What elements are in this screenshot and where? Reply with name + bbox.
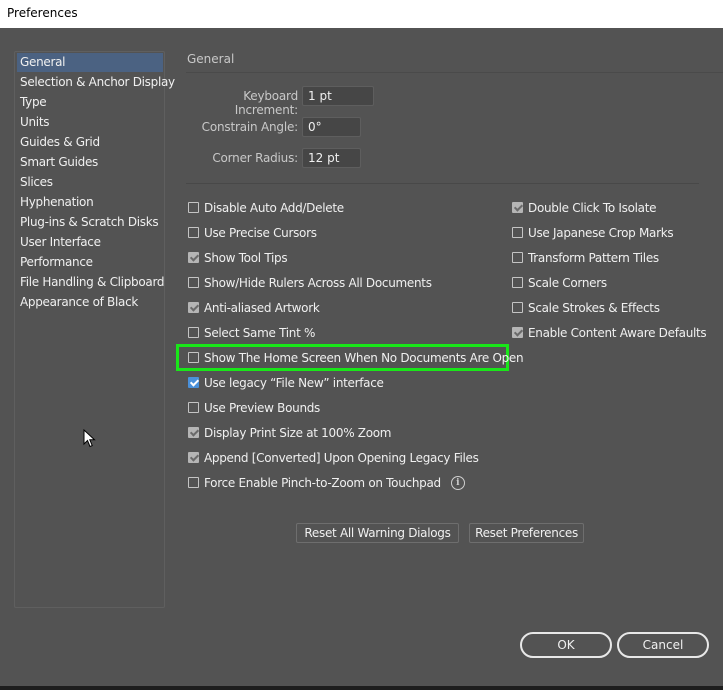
checkbox-checked[interactable] xyxy=(512,327,523,338)
constrain-angle-input[interactable]: 0° xyxy=(302,117,361,137)
option-label: Show Tool Tips xyxy=(204,251,288,265)
option-double-click-to-isolate[interactable]: Double Click To Isolate xyxy=(512,199,657,217)
option-use-precise-cursors[interactable]: Use Precise Cursors xyxy=(188,224,317,242)
sidebar: General Selection & Anchor Display Type … xyxy=(14,51,175,608)
option-display-print-size[interactable]: Display Print Size at 100% Zoom xyxy=(188,424,392,442)
option-use-preview-bounds[interactable]: Use Preview Bounds xyxy=(188,399,320,417)
option-force-pinch-to-zoom[interactable]: Force Enable Pinch-to-Zoom on Touchpad i xyxy=(188,474,465,492)
option-append-converted[interactable]: Append [Converted] Upon Opening Legacy F… xyxy=(188,449,479,467)
option-label: Scale Corners xyxy=(528,276,607,290)
checkbox[interactable] xyxy=(188,227,199,238)
corner-radius-input[interactable]: 12 pt xyxy=(302,148,361,168)
bottom-edge xyxy=(0,686,723,690)
section-divider xyxy=(186,72,723,73)
option-label: Display Print Size at 100% Zoom xyxy=(204,426,392,440)
option-label: Show/Hide Rulers Across All Documents xyxy=(204,276,432,290)
checkbox-checked[interactable] xyxy=(188,452,199,463)
checkbox[interactable] xyxy=(188,327,199,338)
checkbox-checked[interactable] xyxy=(188,302,199,313)
option-use-japanese-crop-marks[interactable]: Use Japanese Crop Marks xyxy=(512,224,674,242)
option-label: Enable Content Aware Defaults xyxy=(528,326,707,340)
cancel-button[interactable]: Cancel xyxy=(617,632,709,658)
sidebar-item-user-interface[interactable]: User Interface xyxy=(17,233,163,252)
sidebar-item-file-handling-clipboard[interactable]: File Handling & Clipboard xyxy=(17,273,165,292)
option-disable-auto-add-delete[interactable]: Disable Auto Add/Delete xyxy=(188,199,344,217)
checkbox-checked[interactable] xyxy=(188,377,199,388)
option-label: Double Click To Isolate xyxy=(528,201,657,215)
ok-button[interactable]: OK xyxy=(520,632,612,658)
option-transform-pattern-tiles[interactable]: Transform Pattern Tiles xyxy=(512,249,659,267)
option-show-hide-rulers[interactable]: Show/Hide Rulers Across All Documents xyxy=(188,274,432,292)
option-enable-content-aware-defaults[interactable]: Enable Content Aware Defaults xyxy=(512,324,707,342)
sidebar-item-appearance-of-black[interactable]: Appearance of Black xyxy=(17,293,163,312)
reset-warning-dialogs-button[interactable]: Reset All Warning Dialogs xyxy=(296,523,459,543)
section-title: General xyxy=(187,52,235,66)
checkbox[interactable] xyxy=(512,252,523,263)
window-title: Preferences xyxy=(7,6,78,20)
sidebar-item-plugins-scratch-disks[interactable]: Plug-ins & Scratch Disks xyxy=(17,213,163,232)
option-label: Use legacy “File New” interface xyxy=(204,376,384,390)
checkbox[interactable] xyxy=(512,277,523,288)
option-show-tool-tips[interactable]: Show Tool Tips xyxy=(188,249,288,267)
option-show-home-screen[interactable]: Show The Home Screen When No Documents A… xyxy=(188,349,524,367)
option-label: Append [Converted] Upon Opening Legacy F… xyxy=(204,451,479,465)
sidebar-item-units[interactable]: Units xyxy=(17,113,163,132)
sidebar-item-slices[interactable]: Slices xyxy=(17,173,163,192)
option-anti-aliased-artwork[interactable]: Anti-aliased Artwork xyxy=(188,299,320,317)
constrain-angle-label: Constrain Angle: xyxy=(201,120,299,134)
sidebar-item-guides-grid[interactable]: Guides & Grid xyxy=(17,133,163,152)
sidebar-item-smart-guides[interactable]: Smart Guides xyxy=(17,153,163,172)
checkbox[interactable] xyxy=(512,302,523,313)
corner-radius-label: Corner Radius: xyxy=(212,151,298,165)
reset-preferences-button[interactable]: Reset Preferences xyxy=(469,523,584,543)
checkbox[interactable] xyxy=(512,227,523,238)
option-label: Disable Auto Add/Delete xyxy=(204,201,344,215)
keyboard-increment-label: Keyboard Increment: xyxy=(234,89,298,117)
option-scale-corners[interactable]: Scale Corners xyxy=(512,274,607,292)
info-icon[interactable]: i xyxy=(450,475,465,490)
option-label: Scale Strokes & Effects xyxy=(528,301,660,315)
checkbox[interactable] xyxy=(188,352,199,363)
checkbox-checked[interactable] xyxy=(188,252,199,263)
checkbox-checked[interactable] xyxy=(512,202,523,213)
option-label: Use Japanese Crop Marks xyxy=(528,226,674,240)
checkbox[interactable] xyxy=(188,202,199,213)
keyboard-increment-input[interactable]: 1 pt xyxy=(302,86,374,106)
option-scale-strokes-effects[interactable]: Scale Strokes & Effects xyxy=(512,299,660,317)
sidebar-item-hyphenation[interactable]: Hyphenation xyxy=(17,193,163,212)
sidebar-item-selection-anchor-display[interactable]: Selection & Anchor Display xyxy=(17,73,175,92)
checkbox[interactable] xyxy=(188,477,199,488)
title-bar: Preferences xyxy=(0,0,723,28)
sidebar-item-type[interactable]: Type xyxy=(17,93,163,112)
option-use-legacy-file-new[interactable]: Use legacy “File New” interface xyxy=(188,374,384,392)
checkbox[interactable] xyxy=(188,402,199,413)
option-select-same-tint[interactable]: Select Same Tint % xyxy=(188,324,315,342)
option-label: Transform Pattern Tiles xyxy=(528,251,659,265)
sidebar-item-performance[interactable]: Performance xyxy=(17,253,163,272)
option-label: Use Precise Cursors xyxy=(204,226,317,240)
option-label: Force Enable Pinch-to-Zoom on Touchpad xyxy=(204,476,441,490)
sidebar-item-general[interactable]: General xyxy=(17,53,163,72)
option-label: Anti-aliased Artwork xyxy=(204,301,320,315)
option-label: Use Preview Bounds xyxy=(204,401,321,415)
option-label: Show The Home Screen When No Documents A… xyxy=(204,351,524,365)
option-label: Select Same Tint % xyxy=(204,326,316,340)
checkbox-checked[interactable] xyxy=(188,427,199,438)
checkbox[interactable] xyxy=(188,277,199,288)
options-divider xyxy=(186,183,699,184)
mouse-cursor-icon xyxy=(83,429,96,448)
